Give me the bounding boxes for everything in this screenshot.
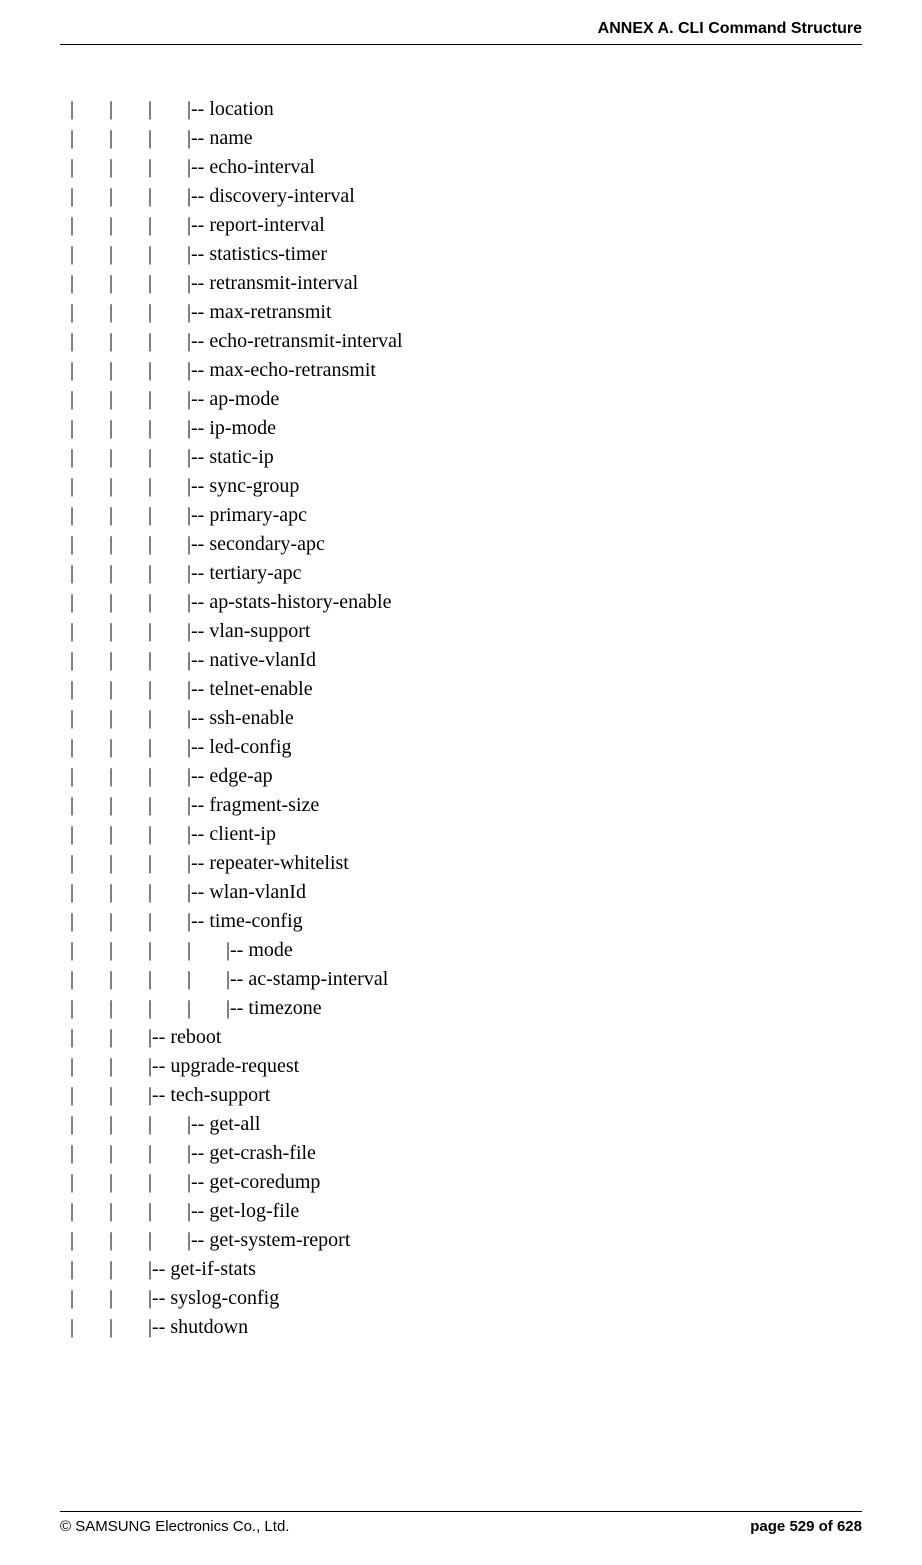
tree-line: | | | |-- secondary-apc: [70, 530, 862, 559]
tree-line: | | | |-- get-coredump: [70, 1168, 862, 1197]
tree-line: | | | |-- static-ip: [70, 443, 862, 472]
tree-line: | | | |-- statistics-timer: [70, 240, 862, 269]
tree-line: | | | |-- primary-apc: [70, 501, 862, 530]
page-header: ANNEX A. CLI Command Structure: [60, 20, 862, 45]
tree-line: | | |-- syslog-config: [70, 1284, 862, 1313]
page-footer: © SAMSUNG Electronics Co., Ltd. page 529…: [60, 1511, 862, 1535]
footer-page-number: page 529 of 628: [750, 1518, 862, 1535]
tree-line: | | | |-- max-retransmit: [70, 298, 862, 327]
header-title: ANNEX A. CLI Command Structure: [598, 20, 862, 37]
tree-line: | | |-- reboot: [70, 1023, 862, 1052]
tree-line: | | | |-- wlan-vlanId: [70, 878, 862, 907]
tree-line: | | | |-- get-all: [70, 1110, 862, 1139]
tree-line: | | | | |-- mode: [70, 936, 862, 965]
tree-line: | | |-- get-if-stats: [70, 1255, 862, 1284]
tree-line: | | | |-- native-vlanId: [70, 646, 862, 675]
tree-line: | | | |-- get-log-file: [70, 1197, 862, 1226]
tree-line: | | | |-- max-echo-retransmit: [70, 356, 862, 385]
tree-line: | | | |-- location: [70, 95, 862, 124]
tree-line: | | | |-- client-ip: [70, 820, 862, 849]
tree-line: | | | |-- discovery-interval: [70, 182, 862, 211]
tree-line: | | | |-- time-config: [70, 907, 862, 936]
tree-line: | | | |-- vlan-support: [70, 617, 862, 646]
tree-line: | | | |-- report-interval: [70, 211, 862, 240]
tree-line: | | |-- tech-support: [70, 1081, 862, 1110]
tree-line: | | | |-- ip-mode: [70, 414, 862, 443]
tree-line: | | | |-- led-config: [70, 733, 862, 762]
tree-line: | | | |-- ap-mode: [70, 385, 862, 414]
tree-line: | | |-- upgrade-request: [70, 1052, 862, 1081]
tree-line: | | | |-- ssh-enable: [70, 704, 862, 733]
tree-line: | | | |-- get-crash-file: [70, 1139, 862, 1168]
tree-line: | | | |-- name: [70, 124, 862, 153]
tree-line: | | | |-- echo-retransmit-interval: [70, 327, 862, 356]
tree-line: | | | |-- telnet-enable: [70, 675, 862, 704]
tree-line: | | | |-- echo-interval: [70, 153, 862, 182]
cli-tree-content: | | | |-- location| | | |-- name| | | |-…: [60, 95, 862, 1342]
tree-line: | | | |-- repeater-whitelist: [70, 849, 862, 878]
footer-copyright: © SAMSUNG Electronics Co., Ltd.: [60, 1518, 289, 1535]
tree-line: | | | |-- edge-ap: [70, 762, 862, 791]
tree-line: | | |-- shutdown: [70, 1313, 862, 1342]
tree-line: | | | |-- ap-stats-history-enable: [70, 588, 862, 617]
tree-line: | | | | |-- timezone: [70, 994, 862, 1023]
tree-line: | | | |-- fragment-size: [70, 791, 862, 820]
tree-line: | | | |-- get-system-report: [70, 1226, 862, 1255]
tree-line: | | | |-- retransmit-interval: [70, 269, 862, 298]
tree-line: | | | | |-- ac-stamp-interval: [70, 965, 862, 994]
tree-line: | | | |-- tertiary-apc: [70, 559, 862, 588]
tree-line: | | | |-- sync-group: [70, 472, 862, 501]
